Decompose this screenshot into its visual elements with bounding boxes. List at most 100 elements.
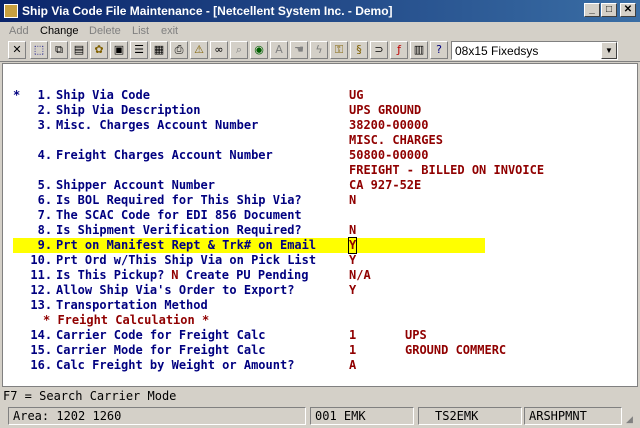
menu-exit[interactable]: exit: [161, 25, 178, 37]
field-value[interactable]: A: [349, 358, 356, 373]
key-marker: *: [13, 88, 21, 102]
field-value[interactable]: MISC. CHARGES: [349, 133, 443, 148]
field-value[interactable]: 1: [349, 328, 356, 343]
field-label: Create PU Pending: [185, 268, 309, 282]
form-row[interactable]: 12. Allow Ship Via's Order to Export? Y: [3, 283, 637, 298]
field-value[interactable]: 38200-00000: [349, 118, 428, 133]
form-row[interactable]: 15. Carrier Mode for Freight Calc 1 GROUND …: [3, 343, 637, 358]
form-row[interactable]: 16. Calc Freight by Weight or Amount? A: [3, 358, 637, 373]
field-number: 12.: [30, 283, 53, 297]
status-bar: Area: 1202 1260 001 EMK TS2EMK ARSHPMNT …: [0, 405, 640, 428]
field-label: Prt Ord w/This Ship Via on Pick List: [56, 253, 317, 267]
form-row[interactable]: 6. Is BOL Required for This Ship Via? N: [3, 193, 637, 208]
window-icon[interactable]: ▣: [110, 41, 128, 59]
resize-grip-icon[interactable]: ◢: [626, 414, 638, 426]
field-label: Is Shipment Verification Required?: [56, 223, 302, 237]
status-program: ARSHPMNT: [524, 407, 622, 425]
font-select[interactable]: 08x15 Fixedsys ▼: [451, 41, 618, 60]
field-description: GROUND COMMERC: [405, 343, 507, 357]
field-number: 6.: [37, 193, 53, 207]
field-number: 10.: [30, 253, 53, 267]
field-label: Ship Via Code: [56, 88, 150, 102]
function-icon[interactable]: ƒ: [390, 41, 408, 59]
binoculars-icon[interactable]: ∞: [210, 41, 228, 59]
field-value[interactable]: 50800-00000: [349, 148, 428, 163]
field-value[interactable]: UG: [349, 88, 363, 103]
field-number: 9.: [37, 238, 53, 252]
status-area: Area: 1202 1260: [8, 407, 306, 425]
field-description: UPS: [405, 328, 427, 342]
form-row[interactable]: 4. Freight Charges Account Number 50800-00…: [3, 148, 637, 163]
list-icon[interactable]: ☰: [130, 41, 148, 59]
menu-add[interactable]: Add: [9, 25, 29, 37]
title-bar: Ship Via Code File Maintenance - [Netcel…: [0, 0, 640, 22]
form-row[interactable]: 10. Prt Ord w/This Ship Via on Pick List Y: [3, 253, 637, 268]
field-value[interactable]: N: [349, 223, 356, 238]
field-value[interactable]: FREIGHT - BILLED ON INVOICE: [349, 163, 544, 178]
terminal-screen[interactable]: * 1. Ship Via Code UG 2. Ship Via Description…: [2, 63, 638, 387]
field-value[interactable]: 1: [349, 343, 356, 358]
form-row[interactable]: 2. Ship Via Description UPS GROUND: [3, 103, 637, 118]
form-row[interactable]: 9. Prt on Manifest Rept & Trk# on Email Y: [3, 237, 637, 254]
field-value[interactable]: CA 927-52E: [349, 178, 421, 193]
chevron-down-icon[interactable]: ▼: [601, 42, 617, 59]
minimize-button[interactable]: _: [584, 3, 600, 17]
status-user: 001 EMK: [310, 407, 414, 425]
link-icon[interactable]: ⊃: [370, 41, 388, 59]
form-row[interactable]: 8. Is Shipment Verification Required? N: [3, 223, 637, 238]
status-terminal: TS2EMK: [418, 407, 522, 425]
paste-icon[interactable]: ▤: [70, 41, 88, 59]
field-value[interactable]: Y: [349, 253, 356, 268]
toolbar: ✕ ⬚ ⧉ ▤ ✿ ▣ ☰ ▦ ⎙ ⚠ ∞ ⌕ ◉ A ☚ ϟ ⚿ § ⊃ ƒ …: [0, 40, 640, 62]
form-row[interactable]: 11. Is This Pickup? N Create PU Pending N/A: [3, 268, 637, 283]
field-label: Misc. Charges Account Number: [56, 118, 259, 132]
field-value[interactable]: Y: [347, 237, 358, 254]
close-button[interactable]: ✕: [620, 3, 636, 17]
globe-icon[interactable]: ◉: [250, 41, 268, 59]
help-icon[interactable]: ?: [430, 41, 448, 59]
field-number: 7.: [37, 208, 53, 222]
key-icon[interactable]: ⚿: [330, 41, 348, 59]
field-value[interactable]: N: [349, 193, 356, 208]
menu-delete[interactable]: Delete: [89, 25, 121, 37]
form-row[interactable]: 7. The SCAC Code for EDI 856 Document: [3, 208, 637, 223]
select-icon[interactable]: ⬚: [30, 41, 48, 59]
print-icon[interactable]: ⎙: [170, 41, 188, 59]
close-x-icon[interactable]: ✕: [8, 41, 26, 59]
form-row[interactable]: 13. Transportation Method: [3, 298, 637, 313]
field-label: Calc Freight by Weight or Amount?: [56, 358, 295, 372]
help-line: F7 = Search Carrier Mode: [0, 387, 640, 405]
menu-list[interactable]: List: [132, 25, 149, 37]
field-value[interactable]: N: [171, 268, 178, 283]
font-icon[interactable]: A: [270, 41, 288, 59]
field-value[interactable]: Y: [349, 283, 356, 298]
report-icon[interactable]: ▦: [150, 41, 168, 59]
search-icon[interactable]: ⌕: [230, 41, 248, 59]
maximize-button[interactable]: □: [601, 3, 617, 17]
field-number: 1.: [37, 88, 53, 102]
script-icon[interactable]: §: [350, 41, 368, 59]
alert-icon[interactable]: ⚠: [190, 41, 208, 59]
field-label: The SCAC Code for EDI 856 Document: [56, 208, 302, 222]
form-row[interactable]: MISC. CHARGES: [3, 133, 637, 148]
field-value[interactable]: N/A: [349, 268, 371, 283]
form-row[interactable]: 5. Shipper Account Number CA 927-52E: [3, 178, 637, 193]
field-value[interactable]: UPS GROUND: [349, 103, 421, 118]
hand-icon[interactable]: ☚: [290, 41, 308, 59]
copy-icon[interactable]: ⧉: [50, 41, 68, 59]
app-icon[interactable]: [4, 4, 18, 18]
field-number: 13.: [30, 298, 53, 312]
field-number: 2.: [37, 103, 53, 117]
form-row[interactable]: FREIGHT - BILLED ON INVOICE: [3, 163, 637, 178]
form-row[interactable]: 3. Misc. Charges Account Number 38200-0000…: [3, 118, 637, 133]
field-label: Is BOL Required for This Ship Via?: [56, 193, 302, 207]
field-number: 4.: [37, 148, 53, 162]
field-label: Prt on Manifest Rept & Trk# on Email: [56, 238, 317, 252]
form-row[interactable]: * 1. Ship Via Code UG: [3, 88, 637, 103]
form-row[interactable]: * Freight Calculation *: [3, 313, 637, 328]
menu-change[interactable]: Change: [40, 25, 79, 37]
settings-icon[interactable]: ✿: [90, 41, 108, 59]
calculator-icon[interactable]: ▥: [410, 41, 428, 59]
form-row[interactable]: 14. Carrier Code for Freight Calc 1 UPS: [3, 328, 637, 343]
lightning-icon[interactable]: ϟ: [310, 41, 328, 59]
